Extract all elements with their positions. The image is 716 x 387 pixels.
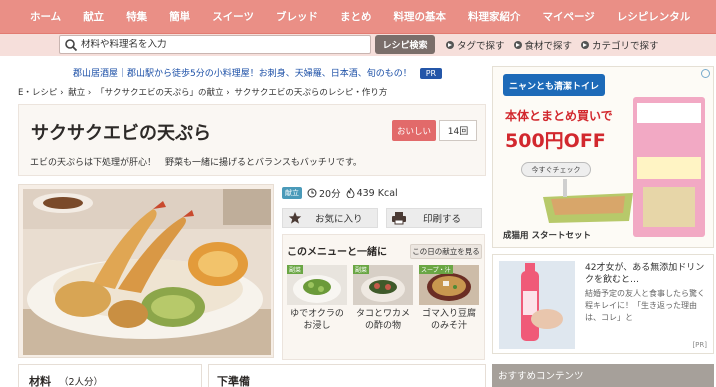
search-box: [59, 35, 371, 54]
paired-menu-name: タコとワカメの酢の物: [355, 309, 410, 331]
pr-badge: PR: [419, 68, 443, 79]
nav-item-tokushu[interactable]: 特集: [115, 9, 158, 24]
ingredients-label: 材料: [29, 375, 51, 387]
kondate-badge: 献立: [282, 187, 302, 199]
recommended-label: おすすめコンテンツ: [498, 371, 584, 382]
breadcrumb: E・レシピ › 献立 › 「サクサクエビの天ぷら」の献立 › サクサクエビの天ぷ…: [18, 86, 389, 98]
favorite-label: お気に入り: [315, 214, 363, 225]
search-row: レシピ検索 タグで探す 食材で探す カテゴリで探す: [0, 34, 716, 56]
page-title: サクサクエビの天ぷら: [31, 123, 211, 144]
prep-section: 下準備: [208, 364, 486, 387]
display-ad[interactable]: ニャンとも清潔トイレ 本体とまとめ買いで 500円OFF 今すぐチェック 成猫用…: [492, 66, 714, 248]
ad-headline: 本体とまとめ買いで: [505, 109, 613, 123]
native-ad-body: 結婚予定の友人と食事したら驚く程キレイに！「生き返った理由は、コレ」と: [585, 289, 705, 322]
breadcrumb-home[interactable]: E・レシピ: [18, 88, 57, 98]
category-search-link[interactable]: カテゴリで探す: [581, 38, 659, 52]
printer-icon: [392, 212, 406, 225]
breadcrumb-current: サクサクエビの天ぷらのレシピ・作り方: [234, 88, 388, 98]
drink-bottle-image: [499, 261, 575, 349]
breadcrumb-sep: ›: [226, 88, 230, 98]
nav-item-home[interactable]: ホーム: [0, 9, 72, 24]
text-ad-link[interactable]: 郡山居酒屋｜郡山駅から徒歩5分の小料理屋！お刺身、天婦羅、日本酒、旬のもの！: [73, 69, 412, 79]
arrow-circle-icon: [513, 41, 522, 49]
tag-search-label: タグで探す: [457, 41, 505, 52]
cook-time-value: 20分: [319, 189, 341, 200]
nav-item-kondate[interactable]: 献立: [72, 9, 115, 24]
flame-icon: [346, 188, 355, 198]
nav-item-rental[interactable]: レシピレンタル: [606, 9, 702, 24]
ingredients-section: 材料 （2人分）: [18, 364, 202, 387]
paired-menu-panel: このメニューと一緒に この日の献立を見る 副菜 ゆでオクラのお浸し 副菜 タコと…: [282, 234, 485, 360]
today-menu-button[interactable]: この日の献立を見る: [410, 244, 482, 259]
native-ad-headline: 42才女が、ある無添加ドリンクを飲むと…: [585, 263, 705, 285]
tag-search-link[interactable]: タグで探す: [446, 38, 505, 52]
nav-item-chef[interactable]: 料理家紹介: [457, 9, 532, 24]
paired-menu-name: ゆでオクラのお浸し: [290, 309, 344, 331]
ad-choices-icon[interactable]: [701, 69, 710, 78]
category-search-label: カテゴリで探す: [592, 41, 659, 52]
category-tag: 副菜: [353, 265, 370, 274]
breadcrumb-sep: ›: [87, 88, 92, 98]
prep-heading: 下準備: [217, 375, 250, 387]
category-tag: スープ・汁: [419, 265, 453, 274]
arrow-circle-icon: [446, 41, 454, 49]
recipe-search-button[interactable]: レシピ検索: [375, 35, 435, 54]
paired-menu-heading: このメニューと一緒に: [287, 247, 387, 258]
native-ad-pr: [PR]: [692, 341, 707, 349]
ingredient-search-link[interactable]: 食材で探す: [513, 38, 573, 52]
ad-check-button[interactable]: 今すぐチェック: [521, 162, 591, 177]
oishii-button[interactable]: おいしい: [392, 120, 436, 141]
cook-time: 20分: [307, 186, 341, 200]
nav-item-bread[interactable]: ブレッド: [265, 9, 329, 24]
recipe-description: エビの天ぷらは下処理が肝心！ 野菜も一緒に揚げるとバランスもバッチリです。: [30, 158, 362, 168]
ad-footer: 成猫用 スタートセット: [503, 231, 591, 241]
cat-toilet-image: [543, 179, 633, 223]
recipe-header: サクサクエビの天ぷら エビの天ぷらは下処理が肝心！ 野菜も一緒に揚げるとバランス…: [18, 104, 486, 176]
print-button[interactable]: 印刷する: [386, 208, 482, 228]
nav-item-sweets[interactable]: スイーツ: [201, 9, 265, 24]
search-icon: [65, 38, 78, 51]
ad-discount: 500円OFF: [505, 130, 606, 152]
recipe-photo-frame: [18, 184, 274, 358]
favorite-button[interactable]: お気に入り: [282, 208, 378, 228]
calories-value: 439 Kcal: [356, 187, 398, 199]
breadcrumb-kondate[interactable]: 献立: [68, 88, 85, 98]
tempura-photo: [23, 189, 271, 355]
top-nav: ホーム 献立 特集 簡単 スイーツ ブレッド まとめ 料理の基本 料理家紹介 マ…: [0, 0, 716, 34]
breadcrumb-sep: ›: [60, 88, 64, 98]
nav-item-kantan[interactable]: 簡単: [158, 9, 201, 24]
nav-item-kihon[interactable]: 料理の基本: [382, 9, 457, 24]
arrow-circle-icon: [581, 41, 590, 49]
ingredient-search-label: 食材で探す: [524, 41, 573, 52]
recommended-header: おすすめコンテンツ: [492, 364, 714, 387]
ad-brand: ニャンとも清潔トイレ: [503, 74, 605, 96]
oishii-count: 14回: [439, 120, 477, 141]
clock-icon: [307, 188, 317, 198]
recipe-meta: 献立 20分 439 Kcal: [282, 186, 398, 200]
nav-item-mypage[interactable]: マイページ: [531, 9, 605, 24]
text-ad: 郡山居酒屋｜郡山駅から徒歩5分の小料理屋！お刺身、天婦羅、日本酒、旬のもの！ PR: [73, 66, 443, 79]
breadcrumb-menu[interactable]: 「サクサクエビの天ぷら」の献立: [96, 88, 224, 98]
paired-menu-item[interactable]: 副菜 タコとワカメの酢の物: [353, 265, 413, 351]
star-icon: [288, 212, 302, 224]
paired-menu-item[interactable]: 副菜 ゆでオクラのお浸し: [287, 265, 347, 351]
paired-menu-name: ゴマ入り豆腐のみそ汁: [421, 309, 476, 331]
print-label: 印刷する: [423, 214, 462, 225]
nav-item-matome[interactable]: まとめ: [329, 9, 383, 24]
paired-menu-item[interactable]: スープ・汁 ゴマ入り豆腐のみそ汁: [419, 265, 479, 351]
product-package-image: [633, 97, 705, 237]
native-ad[interactable]: 42才女が、ある無添加ドリンクを飲むと… 結婚予定の友人と食事したら驚く程キレイ…: [492, 254, 714, 354]
ingredients-heading: 材料 （2人分）: [29, 373, 103, 387]
calories: 439 Kcal: [346, 188, 398, 199]
search-input[interactable]: [81, 39, 361, 50]
quick-links: タグで探す 食材で探す カテゴリで探す: [446, 38, 659, 52]
category-tag: 副菜: [287, 265, 304, 274]
servings-label: （2人分）: [59, 377, 104, 387]
